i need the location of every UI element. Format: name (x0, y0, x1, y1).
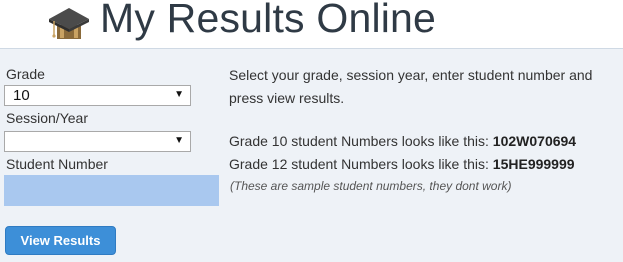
grade10-sample-prefix: Grade 10 student Numbers looks like this… (229, 133, 489, 149)
grade12-sample-number: 15HE999999 (492, 156, 575, 172)
page-title: My Results Online (100, 0, 437, 41)
dropdown-arrow-icon: ▼ (174, 89, 184, 100)
grade10-sample-number: 102W070694 (492, 133, 577, 149)
session-label: Session/Year (6, 110, 88, 126)
results-form-panel: Grade 10 ▼ Session/Year ▼ Student Number… (0, 49, 623, 262)
instructions-line-1: Select your grade, session year, enter s… (229, 67, 593, 83)
sample-disclaimer: (These are sample student numbers, they … (230, 179, 512, 193)
student-number-input[interactable] (4, 175, 219, 206)
graduation-cap-icon (48, 5, 90, 43)
instructions-line-2: press view results. (229, 90, 345, 106)
grade12-sample-prefix: Grade 12 student Numbers looks like this… (229, 156, 489, 172)
grade12-sample-line: Grade 12 student Numbers looks like this… (229, 156, 575, 172)
student-number-label: Student Number (6, 156, 108, 172)
dropdown-arrow-icon: ▼ (174, 135, 184, 146)
session-select[interactable]: ▼ (4, 131, 191, 152)
grade-select[interactable]: 10 ▼ (4, 85, 191, 106)
grade-label: Grade (6, 66, 45, 82)
grade10-sample-line: Grade 10 student Numbers looks like this… (229, 133, 576, 149)
page-header: My Results Online (0, 0, 623, 49)
grade-select-value: 10 (13, 87, 30, 104)
view-results-button[interactable]: View Results (5, 226, 116, 255)
